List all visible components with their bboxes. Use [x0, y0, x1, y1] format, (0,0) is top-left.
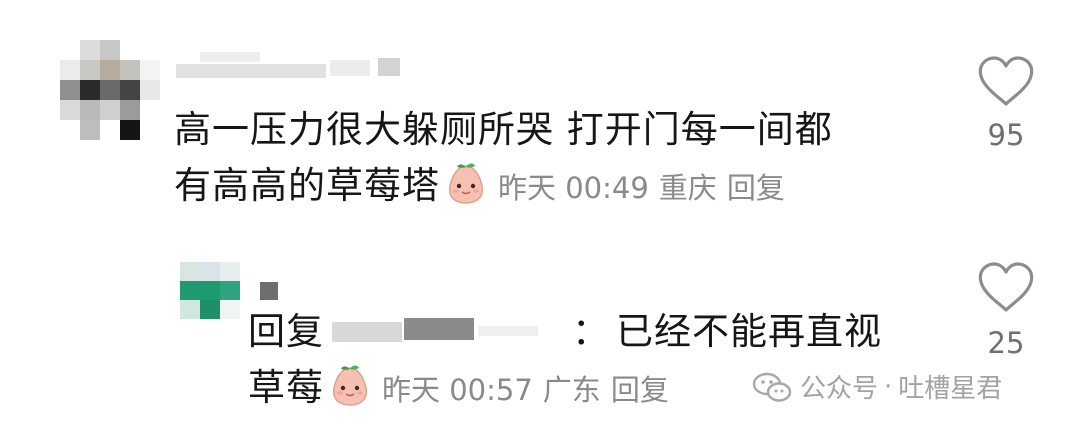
comment-meta: 昨天 00:49 重庆 回复	[488, 171, 785, 205]
like-button[interactable]	[976, 54, 1036, 110]
wechat-official-account-icon	[752, 371, 792, 403]
like-count: 95	[987, 118, 1025, 152]
reply-like-count: 25	[987, 326, 1025, 360]
reply-prefix: 回复	[248, 310, 324, 353]
reply-colon: ：	[572, 310, 610, 353]
reply-reply-button[interactable]: 回复	[611, 373, 669, 407]
heart-outline-icon	[978, 56, 1034, 106]
heart-outline-icon	[978, 262, 1034, 312]
watermark: 公众号 · 吐槽星君	[752, 368, 1002, 405]
comment-line-2: 有高高的草莓塔 昨天 00:49 重庆 回复	[174, 158, 833, 216]
watermark-account: 吐槽星君	[898, 374, 1003, 404]
reply-line-1: 回复 ：已经不能再直视	[248, 304, 882, 360]
watermark-separator: ·	[884, 371, 893, 402]
strawberry-face-emoji	[328, 364, 372, 408]
comment-time: 昨天 00:49	[498, 171, 649, 205]
reply-button[interactable]: 回复	[727, 171, 785, 205]
comment-location: 重庆	[658, 171, 717, 205]
reply-line-2-text: 草莓	[248, 366, 324, 409]
avatar[interactable]	[60, 40, 160, 140]
watermark-label: 公众号	[800, 374, 879, 404]
reply-like-button[interactable]	[976, 260, 1036, 316]
reply-meta: 昨天 00:57 广东 回复	[372, 373, 669, 407]
reply-line-1-text: 已经不能再直视	[616, 310, 882, 353]
reply-time: 昨天 00:57	[382, 373, 533, 407]
comment-line-2-text: 有高高的草莓塔	[174, 164, 440, 207]
reply-location: 广东	[542, 373, 601, 407]
comment-section: 高一压力很大躲厕所哭 打开门每一间都 有高高的草莓塔 昨天 00:49 重庆 回复 9…	[0, 0, 1080, 434]
comment-body: 高一压力很大躲厕所哭 打开门每一间都 有高高的草莓塔 昨天 00:49 重庆 回复	[174, 102, 833, 216]
reply-avatar[interactable]	[180, 262, 240, 319]
strawberry-face-emoji	[444, 162, 488, 206]
comment-line-1: 高一压力很大躲厕所哭 打开门每一间都	[174, 108, 833, 151]
